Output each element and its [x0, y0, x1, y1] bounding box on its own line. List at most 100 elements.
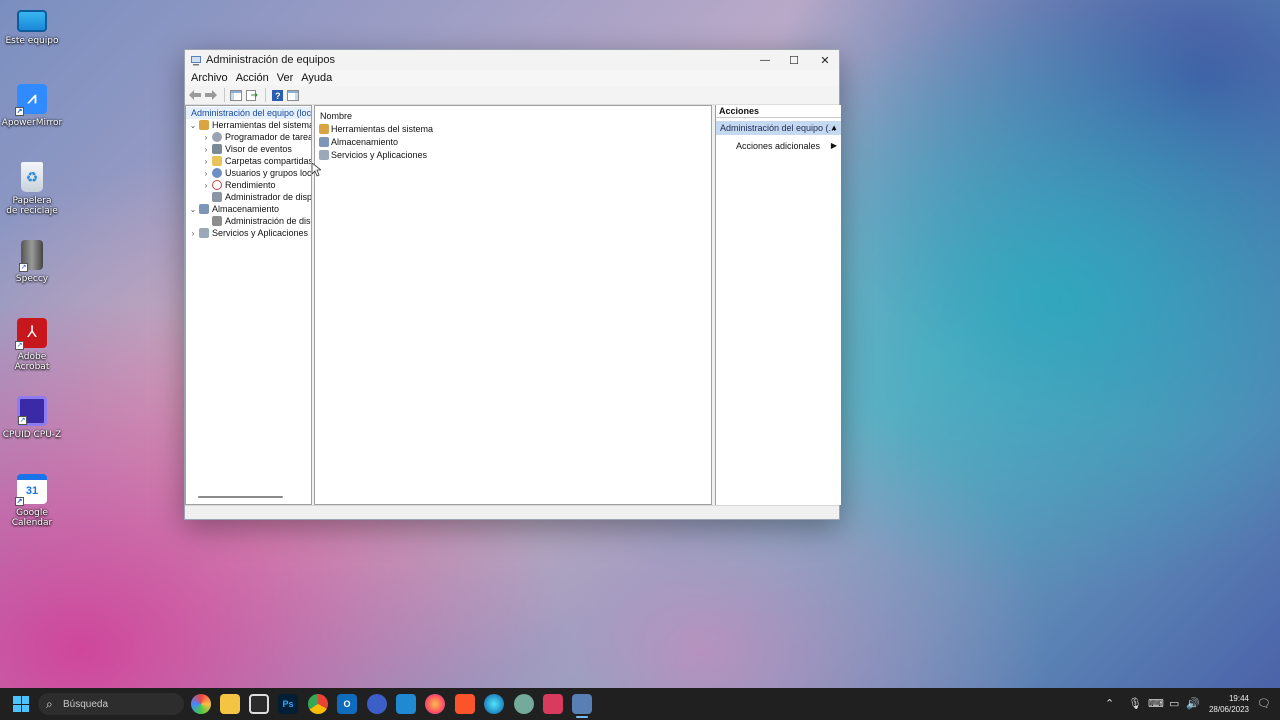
event-viewer-icon [212, 144, 222, 154]
chevron-right-icon[interactable]: › [201, 145, 211, 154]
svg-text:?: ? [275, 91, 281, 101]
monitor-icon [17, 10, 47, 32]
taskbar-app-brave[interactable] [455, 694, 475, 714]
actions-header: Acciones [716, 105, 841, 118]
mouse-cursor-icon [312, 163, 321, 177]
actions-item-more[interactable]: Acciones adicionales ▶ [716, 139, 841, 153]
menu-ayuda[interactable]: Ayuda [301, 72, 332, 84]
show-hide-tree-button[interactable] [229, 88, 243, 102]
taskbar-app-firefox[interactable] [425, 694, 445, 714]
tools-icon [319, 124, 329, 134]
chevron-down-icon[interactable]: ⌄ [188, 205, 198, 214]
taskbar-app-pinwheel[interactable] [191, 694, 211, 714]
chevron-right-icon[interactable]: › [201, 181, 211, 190]
performance-icon [212, 180, 222, 190]
help-button[interactable]: ? [270, 88, 284, 102]
tools-icon [199, 120, 209, 130]
back-button[interactable] [188, 88, 202, 102]
tree-item-administracion-discos[interactable]: Administración de discos [201, 215, 311, 227]
horizontal-scrollbar[interactable] [198, 496, 283, 498]
chevron-up-icon[interactable]: ⌃ [1105, 697, 1114, 710]
chevron-right-icon[interactable]: › [201, 169, 211, 178]
arrow-right-icon [205, 90, 217, 100]
start-button[interactable] [13, 696, 29, 712]
collapse-up-icon[interactable]: ▲ [830, 121, 838, 135]
toolbar: ? [185, 86, 839, 105]
list-item[interactable]: Herramientas del sistema [319, 123, 433, 135]
active-app-indicator [576, 716, 588, 718]
show-hide-action-pane-button[interactable] [286, 88, 300, 102]
computer-management-icon [191, 56, 201, 66]
taskbar-app-vscode[interactable] [396, 694, 416, 714]
chevron-right-icon[interactable]: › [201, 133, 211, 142]
toolbar-separator [265, 88, 266, 102]
action-pane-icon [287, 89, 299, 101]
notifications-icon[interactable]: 🗨 [1257, 697, 1271, 710]
taskbar-app-vpn[interactable] [367, 694, 387, 714]
computer-management-window: Administración de equipos — ☐ ✕ Archivo … [184, 49, 841, 520]
maximize-button[interactable]: ☐ [779, 50, 809, 70]
chevron-right-icon[interactable]: › [201, 157, 211, 166]
device-manager-icon [212, 192, 222, 202]
menu-archivo[interactable]: Archivo [191, 72, 228, 84]
volume-icon[interactable]: 🔊 [1186, 697, 1200, 710]
menu-accion[interactable]: Acción [236, 72, 269, 84]
tree-item-rendimiento[interactable]: › Rendimiento [201, 179, 276, 191]
tree-item-visor[interactable]: › Visor de eventos [201, 143, 292, 155]
close-button[interactable]: ✕ [810, 50, 840, 70]
chevron-down-icon[interactable]: ⌄ [188, 121, 198, 130]
microphone-icon[interactable]: 🎙 [1128, 697, 1142, 710]
menu-ver[interactable]: Ver [277, 72, 294, 84]
taskbar-app-outlook[interactable]: O [337, 694, 357, 714]
cpuz-icon: ↗ [17, 396, 47, 426]
tree-item-administrador-dispositivos[interactable]: Administrador de dispositivos [201, 191, 311, 203]
storage-icon [199, 204, 209, 214]
tree-item-servicios[interactable]: › Servicios y Aplicaciones [188, 227, 308, 239]
taskbar-app-store[interactable] [249, 694, 269, 714]
apowermirror-icon: ⩘ ↗ [15, 84, 47, 116]
desktop-icon-cpuz[interactable]: ↗ CPUID CPU-Z [0, 396, 64, 440]
network-icon[interactable]: ▭ [1169, 697, 1179, 710]
system-clock[interactable]: 19:44 28/06/2023 [1209, 693, 1249, 715]
taskbar-app-chatgpt[interactable] [514, 694, 534, 714]
actions-section-computer-management[interactable]: Administración del equipo (... ▲ [716, 121, 841, 135]
taskbar-search[interactable]: ⌕ Búsqueda [38, 693, 184, 715]
tree-item-usuarios[interactable]: › Usuarios y grupos locales [201, 167, 311, 179]
forward-button[interactable] [204, 88, 218, 102]
desktop-icon-acrobat[interactable]: ⅄ ↗ Adobe Acrobat [0, 318, 64, 372]
list-item[interactable]: Servicios y Aplicaciones [319, 149, 427, 161]
keyboard-icon[interactable]: ⌨ [1148, 697, 1164, 710]
desktop-icon-speccy[interactable]: ↗ Speccy [0, 240, 64, 284]
minimize-button[interactable]: — [750, 50, 780, 70]
desktop-icon-papelera[interactable]: ♻ Papelera de reciclaje [0, 162, 64, 216]
tree-item-programador[interactable]: › Programador de tareas [201, 131, 311, 143]
users-icon [212, 168, 222, 178]
taskbar-app-file-explorer[interactable] [220, 694, 240, 714]
tree-item-almacenamiento[interactable]: ⌄ Almacenamiento [188, 203, 279, 215]
column-header-nombre[interactable]: Nombre [320, 111, 352, 121]
title-bar[interactable]: Administración de equipos — ☐ ✕ [185, 50, 839, 70]
tree-item-carpetas[interactable]: › Carpetas compartidas [201, 155, 311, 167]
search-icon: ⌕ [46, 697, 53, 711]
taskbar: ⌕ Búsqueda Ps O ⌃ 🎙 ⌨ ▭ 🔊 19:44 28/06/20… [0, 688, 1280, 720]
clock-icon [212, 132, 222, 142]
chevron-right-icon[interactable]: › [188, 229, 198, 238]
taskbar-app-photoshop[interactable]: Ps [278, 694, 298, 714]
google-calendar-icon: 31 ↗ [15, 474, 47, 506]
desktop-icon-este-equipo[interactable]: Este equipo [0, 6, 64, 46]
tree-item-root[interactable]: Administración del equipo (local) [186, 107, 311, 119]
tree-item-herramientas[interactable]: ⌄ Herramientas del sistema [188, 119, 311, 131]
taskbar-app-computer-management[interactable] [572, 694, 592, 714]
desktop-icon-google-calendar[interactable]: 31 ↗ Google Calendar [0, 474, 64, 528]
desktop-icon-apowermirror[interactable]: ⩘ ↗ ApowerMirror [0, 84, 64, 128]
taskbar-app-edge[interactable] [484, 694, 504, 714]
taskbar-app-chrome[interactable] [308, 694, 328, 714]
speccy-icon: ↗ [19, 240, 43, 272]
disk-management-icon [212, 216, 222, 226]
list-item[interactable]: Almacenamiento [319, 136, 398, 148]
menu-bar: Archivo Acción Ver Ayuda [185, 70, 839, 86]
taskbar-app-capture[interactable] [543, 694, 563, 714]
actions-pane: Acciones Administración del equipo (... … [715, 105, 841, 505]
panes: Administración del equipo (local) ⌄ Herr… [185, 105, 841, 506]
export-list-button[interactable] [245, 88, 259, 102]
